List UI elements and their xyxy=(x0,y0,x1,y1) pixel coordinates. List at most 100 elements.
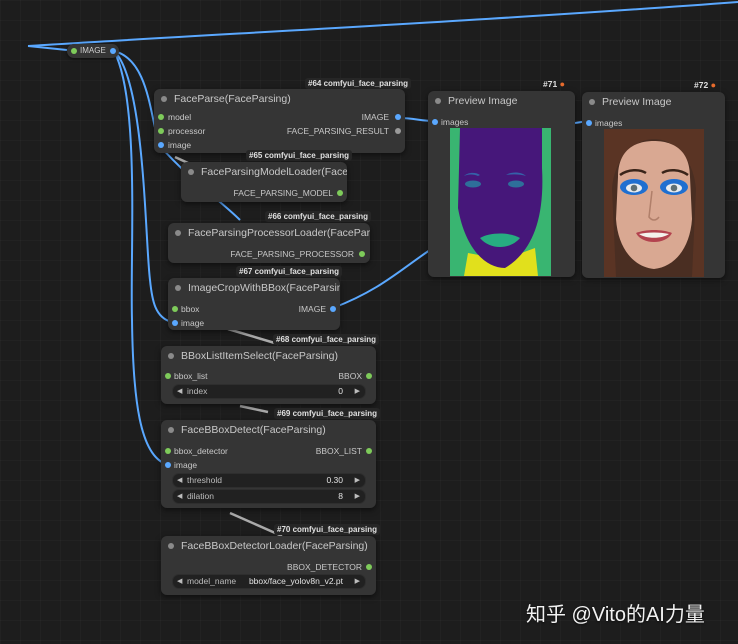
node-title: Preview Image xyxy=(602,96,672,108)
node-title: ImageCropWithBBox(FaceParsing) xyxy=(188,282,340,294)
preview-image-face[interactable] xyxy=(604,129,704,277)
node-title-bar[interactable]: FaceParsingProcessorLoader(FaceParsing) xyxy=(168,223,370,243)
collapse-dot[interactable] xyxy=(168,353,174,359)
node-badge: #67 comfyui_face_parsing xyxy=(236,266,343,277)
node-title: FaceParsingModelLoader(FaceParsing) xyxy=(201,166,347,178)
decrement-arrow-icon[interactable]: ◀ xyxy=(177,490,182,503)
widget-name: dilation xyxy=(187,491,214,501)
node-title-bar[interactable]: FaceParse(FaceParsing) xyxy=(154,89,405,109)
model-name-widget[interactable]: ◀ model_name bbox/face_yolov8n_v2.pt ▶ xyxy=(172,574,366,589)
input-socket-processor[interactable] xyxy=(158,128,164,134)
increment-arrow-icon[interactable]: ▶ xyxy=(355,474,360,487)
node-image-crop[interactable]: ImageCropWithBBox(FaceParsing) bbox imag… xyxy=(168,278,340,330)
collapse-dot[interactable] xyxy=(168,543,174,549)
increment-arrow-icon[interactable]: ▶ xyxy=(355,575,360,588)
node-title: FaceBBoxDetect(FaceParsing) xyxy=(181,424,326,436)
node-title-bar[interactable]: BBoxListItemSelect(FaceParsing) xyxy=(161,346,376,366)
node-title-bar[interactable]: Preview Image xyxy=(428,91,575,111)
node-bbox-select[interactable]: BBoxListItemSelect(FaceParsing) bbox_lis… xyxy=(161,346,376,404)
node-preview-image-72[interactable]: Preview Image images xyxy=(582,92,725,278)
node-title-bar[interactable]: ImageCropWithBBox(FaceParsing) xyxy=(168,278,340,298)
output-socket-bbox-list[interactable] xyxy=(366,448,372,454)
reroute-output-socket[interactable] xyxy=(110,48,116,54)
node-title-bar[interactable]: FaceParsingModelLoader(FaceParsing) xyxy=(181,162,347,182)
node-bbox-detect[interactable]: FaceBBoxDetect(FaceParsing) bbox_detecto… xyxy=(161,420,376,508)
node-detector-loader[interactable]: FaceBBoxDetectorLoader(FaceParsing) BBOX… xyxy=(161,536,376,595)
output-socket-processor[interactable] xyxy=(359,251,365,257)
widget-value: bbox/face_yolov8n_v2.pt xyxy=(248,576,343,586)
output-socket-result[interactable] xyxy=(395,128,401,134)
input-socket-model[interactable] xyxy=(158,114,164,120)
node-badge-id: #72 xyxy=(694,80,709,90)
input-label-bbox: bbox xyxy=(181,304,200,314)
node-badge-id: #71 xyxy=(543,79,558,89)
collapse-dot[interactable] xyxy=(175,285,181,291)
output-socket-detector[interactable] xyxy=(366,564,372,570)
widget-value: 8 xyxy=(338,491,343,501)
dilation-widget[interactable]: ◀ dilation 8 ▶ xyxy=(172,489,366,504)
increment-arrow-icon[interactable]: ▶ xyxy=(355,490,360,503)
index-widget[interactable]: ◀ index 0 ▶ xyxy=(172,384,366,399)
node-badge: #71 ● xyxy=(543,79,565,89)
node-title: Preview Image xyxy=(448,95,518,107)
input-socket-image[interactable] xyxy=(165,462,171,468)
output-label-result: FACE_PARSING_RESULT xyxy=(286,126,389,136)
input-socket-images[interactable] xyxy=(432,119,438,125)
input-socket-image[interactable] xyxy=(158,142,164,148)
collapse-dot[interactable] xyxy=(175,230,181,236)
node-title: FaceBBoxDetectorLoader(FaceParsing) xyxy=(181,540,368,552)
output-label-bbox-list: BBOX_LIST xyxy=(315,446,362,456)
input-socket-bbox[interactable] xyxy=(172,306,178,312)
node-badge: #65 comfyui_face_parsing xyxy=(246,150,353,161)
node-preview-image-71[interactable]: Preview Image images xyxy=(428,91,575,277)
input-label-image: image xyxy=(168,140,192,150)
output-socket-bbox[interactable] xyxy=(366,373,372,379)
face-parsing-map xyxy=(450,128,551,276)
node-title-bar[interactable]: FaceBBoxDetect(FaceParsing) xyxy=(161,420,376,440)
input-socket-image[interactable] xyxy=(172,320,178,326)
collapse-dot[interactable] xyxy=(188,169,194,175)
watermark: 知乎 @Vito的AI力量 xyxy=(526,604,705,626)
input-label-bbox-detector: bbox_detector xyxy=(174,446,228,456)
reroute-node[interactable]: IMAGE xyxy=(67,44,119,58)
node-title-bar[interactable]: Preview Image xyxy=(582,92,725,112)
collapse-dot[interactable] xyxy=(435,98,441,104)
output-label-bbox: BBOX xyxy=(338,371,362,381)
threshold-widget[interactable]: ◀ threshold 0.30 ▶ xyxy=(172,473,366,488)
node-badge: #70 comfyui_face_parsing xyxy=(274,524,381,535)
output-label-image: IMAGE xyxy=(298,304,326,314)
input-socket-images[interactable] xyxy=(586,120,592,126)
output-socket-model[interactable] xyxy=(337,190,343,196)
input-label-model: model xyxy=(168,112,192,122)
input-label-image: image xyxy=(181,318,205,328)
input-label-processor: processor xyxy=(168,126,206,136)
node-processor-loader[interactable]: FaceParsingProcessorLoader(FaceParsing) … xyxy=(168,223,370,263)
input-label-images: images xyxy=(595,118,623,128)
input-socket-bbox-detector[interactable] xyxy=(165,448,171,454)
output-socket-image[interactable] xyxy=(330,306,336,312)
output-label-model: FACE_PARSING_MODEL xyxy=(233,188,333,198)
input-socket-bbox-list[interactable] xyxy=(165,373,171,379)
preview-image-parsing[interactable] xyxy=(450,128,551,276)
output-socket-image[interactable] xyxy=(395,114,401,120)
node-badge: #69 comfyui_face_parsing xyxy=(274,408,381,419)
widget-value: 0.30 xyxy=(326,475,343,485)
collapse-dot[interactable] xyxy=(589,99,595,105)
node-badge: #64 comfyui_face_parsing xyxy=(305,78,412,89)
input-label-bbox-list: bbox_list xyxy=(174,371,208,381)
decrement-arrow-icon[interactable]: ◀ xyxy=(177,474,182,487)
node-title-bar[interactable]: FaceBBoxDetectorLoader(FaceParsing) xyxy=(161,536,376,556)
node-face-parse[interactable]: FaceParse(FaceParsing) model processor i… xyxy=(154,89,405,153)
increment-arrow-icon[interactable]: ▶ xyxy=(355,385,360,398)
decrement-arrow-icon[interactable]: ◀ xyxy=(177,385,182,398)
collapse-dot[interactable] xyxy=(168,427,174,433)
widget-name: threshold xyxy=(187,475,222,485)
reroute-input-socket[interactable] xyxy=(71,48,77,54)
decrement-arrow-icon[interactable]: ◀ xyxy=(177,575,182,588)
node-model-loader[interactable]: FaceParsingModelLoader(FaceParsing) FACE… xyxy=(181,162,347,202)
node-badge: #66 comfyui_face_parsing xyxy=(265,211,372,222)
node-title: BBoxListItemSelect(FaceParsing) xyxy=(181,350,338,362)
collapse-dot[interactable] xyxy=(161,96,167,102)
node-title: FaceParse(FaceParsing) xyxy=(174,93,291,105)
output-label-processor: FACE_PARSING_PROCESSOR xyxy=(230,249,354,259)
